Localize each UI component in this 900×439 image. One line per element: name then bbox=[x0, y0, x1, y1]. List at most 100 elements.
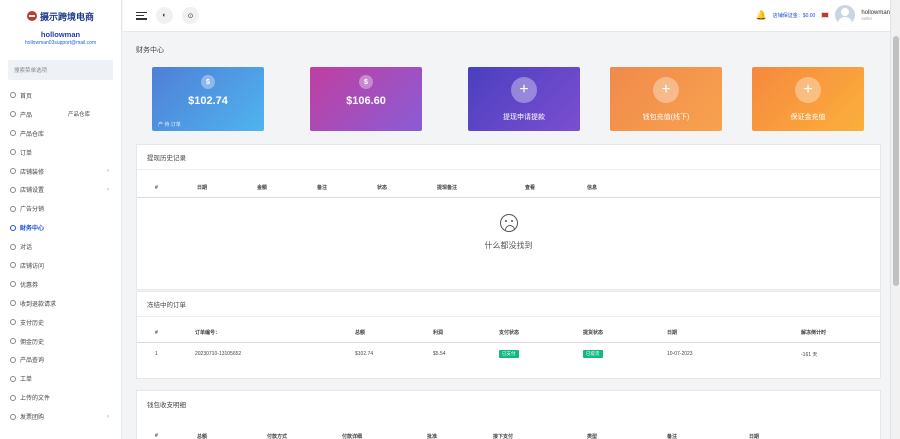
finance-card-3[interactable]: + 钱包充值(线下) bbox=[610, 67, 722, 131]
table-cell: -161 天 bbox=[801, 351, 818, 358]
column-header[interactable]: 日期 bbox=[667, 329, 677, 336]
sidebar-item-label: 产品 bbox=[20, 112, 33, 119]
card-amount: $102.74 bbox=[188, 95, 228, 107]
sidebar-item-14[interactable]: 产品查询 bbox=[0, 350, 121, 369]
sidebar-item-13[interactable]: 佣金历史 bbox=[0, 332, 121, 351]
sidebar-item-17[interactable]: 发票团购 › bbox=[0, 407, 121, 426]
sidebar-item-label: 店铺装修 bbox=[20, 169, 45, 176]
finance-card-0[interactable]: $ $102.74 产 待 订单 bbox=[152, 67, 264, 131]
column-header[interactable]: 备注 bbox=[317, 184, 327, 191]
column-header[interactable]: 信息 bbox=[587, 184, 597, 191]
menu-item-icon bbox=[10, 224, 16, 231]
plus-icon: + bbox=[653, 77, 679, 103]
menu-item-icon bbox=[10, 130, 16, 137]
sidebar-item-label: 佣金历史 bbox=[20, 339, 45, 346]
topbar-user-role: seller bbox=[861, 15, 873, 21]
brand-logo[interactable]: 摄示跨境电商 bbox=[0, 0, 121, 28]
sidebar-item-5[interactable]: 店铺设置 › bbox=[0, 180, 121, 199]
menu-item-icon bbox=[10, 338, 16, 345]
sidebar-item-label: 对话 bbox=[20, 245, 33, 252]
card-label: 提现申请提款 bbox=[503, 114, 545, 121]
sidebar-user-name: hollowman bbox=[40, 30, 81, 39]
wallet-table-header: # 总额 付款方式 付款详细 批准 接下支付 类型 备注 日期 bbox=[137, 426, 880, 439]
sidebar-item-label: 支付历史 bbox=[20, 320, 45, 327]
sidebar-item-extra: 产品仓库 bbox=[68, 112, 91, 119]
column-header[interactable]: 日期 bbox=[197, 184, 207, 191]
sidebar-item-7[interactable]: 财务中心 bbox=[0, 218, 121, 237]
theme-toggle-button[interactable]: ◐ bbox=[156, 7, 173, 24]
status-badge: 已支付 bbox=[499, 350, 519, 358]
sidebar: 摄示跨境电商 hollowman hollowman03support@mail… bbox=[0, 0, 122, 439]
sidebar-item-4[interactable]: 店铺装修 › bbox=[0, 162, 121, 181]
sidebar-item-16[interactable]: 上传的文件 bbox=[0, 388, 121, 407]
sidebar-item-label: 订单 bbox=[20, 150, 33, 157]
column-header[interactable]: 批准 bbox=[427, 433, 437, 439]
status-badge: 已提货 bbox=[583, 350, 603, 358]
bell-icon[interactable]: 🔔 bbox=[756, 10, 767, 21]
column-header[interactable]: 接下支付 bbox=[493, 433, 513, 439]
sidebar-item-6[interactable]: 广告分销 bbox=[0, 199, 121, 218]
menu-item-icon bbox=[10, 413, 16, 420]
column-header[interactable]: 查看 bbox=[525, 184, 535, 191]
column-header[interactable]: 解冻倒计时 bbox=[801, 329, 826, 336]
column-header[interactable]: 支付状态 bbox=[499, 329, 519, 336]
sidebar-item-2[interactable]: 产品仓库 bbox=[0, 124, 121, 143]
sidebar-item-10[interactable]: 优惠券 bbox=[0, 275, 121, 294]
sidebar-item-3[interactable]: 订单 bbox=[0, 143, 121, 162]
card-label: 保证金充值 bbox=[790, 114, 826, 121]
column-header[interactable]: 状态 bbox=[377, 184, 387, 191]
column-header[interactable]: # bbox=[155, 433, 158, 439]
menu-toggle-icon[interactable] bbox=[136, 11, 147, 20]
dollar-icon: $ bbox=[201, 75, 215, 89]
sidebar-item-label: 首页 bbox=[20, 93, 33, 100]
menu-item-icon bbox=[10, 243, 16, 250]
menu-item-icon bbox=[10, 111, 16, 118]
column-header[interactable]: 利润 bbox=[433, 329, 443, 336]
column-header[interactable]: 日期 bbox=[749, 433, 759, 439]
empty-state: 什么都没找到 bbox=[137, 198, 880, 251]
column-header[interactable]: 备注 bbox=[667, 433, 677, 439]
scrollbar-thumb[interactable] bbox=[893, 36, 899, 286]
sidebar-item-12[interactable]: 支付历史 bbox=[0, 313, 121, 332]
avatar[interactable] bbox=[835, 5, 856, 25]
sidebar-item-label: 收到退款请求 bbox=[20, 301, 57, 308]
column-header[interactable]: 总额 bbox=[355, 329, 365, 336]
brand-name: 摄示跨境电商 bbox=[39, 11, 94, 22]
finance-card-2[interactable]: + 提现申请提款 bbox=[468, 67, 580, 131]
menu-item-icon bbox=[10, 394, 16, 401]
language-flag-icon[interactable] bbox=[821, 12, 830, 18]
sidebar-item-15[interactable]: 工单 bbox=[0, 369, 121, 388]
page-scrollbar[interactable] bbox=[890, 0, 900, 439]
sidebar-item-label: 店铺设置 bbox=[20, 188, 45, 195]
sidebar-item-label: 工单 bbox=[20, 377, 33, 384]
column-header[interactable]: # bbox=[155, 330, 158, 336]
finance-card-4[interactable]: + 保证金充值 bbox=[752, 67, 864, 131]
sidebar-item-1[interactable]: 产品 产品仓库 bbox=[0, 105, 121, 124]
table-cell: $5.54 bbox=[433, 351, 446, 357]
chevron-right-icon: › bbox=[107, 168, 109, 174]
column-header[interactable]: 总额 bbox=[197, 433, 207, 439]
column-header[interactable]: 付款方式 bbox=[267, 433, 287, 439]
menu-item-icon bbox=[10, 149, 16, 156]
sidebar-item-11[interactable]: 收到退款请求 bbox=[0, 294, 121, 313]
menu-search-input[interactable]: 搜索菜单选项 bbox=[8, 60, 113, 80]
column-header[interactable]: 类型 bbox=[587, 433, 597, 439]
deposit-balance[interactable]: 店铺保证金：$0.00 bbox=[773, 12, 816, 19]
table-row[interactable]: 1 20230710-13105652 $102.74 $5.54 已支付 已提货 10-0… bbox=[137, 343, 880, 365]
sidebar-item-label: 店铺访问 bbox=[20, 263, 45, 270]
withdraw-history-title: 提现历史记录 bbox=[137, 145, 880, 170]
column-header[interactable]: 提货状态 bbox=[583, 329, 603, 336]
sidebar-item-8[interactable]: 对话 bbox=[0, 237, 121, 256]
sidebar-item-9[interactable]: 店铺访问 bbox=[0, 256, 121, 275]
column-header[interactable]: # bbox=[155, 185, 158, 191]
main-content: 财务中心 $ $102.74 产 待 订单 $ $106.60 + 提现申请提款 + 钱包充值(… bbox=[123, 33, 890, 439]
settings-button[interactable]: ⊙ bbox=[182, 7, 199, 24]
column-header[interactable]: 提现备注 bbox=[437, 184, 457, 191]
table-cell[interactable]: 20230710-13105652 bbox=[195, 351, 241, 357]
logo-icon bbox=[26, 11, 37, 21]
column-header[interactable]: 付款详细 bbox=[342, 433, 362, 439]
column-header[interactable]: 订单编号： bbox=[195, 329, 220, 336]
finance-card-1[interactable]: $ $106.60 bbox=[310, 67, 422, 131]
sidebar-item-0[interactable]: 首页 bbox=[0, 86, 121, 105]
column-header[interactable]: 金额 bbox=[257, 184, 267, 191]
